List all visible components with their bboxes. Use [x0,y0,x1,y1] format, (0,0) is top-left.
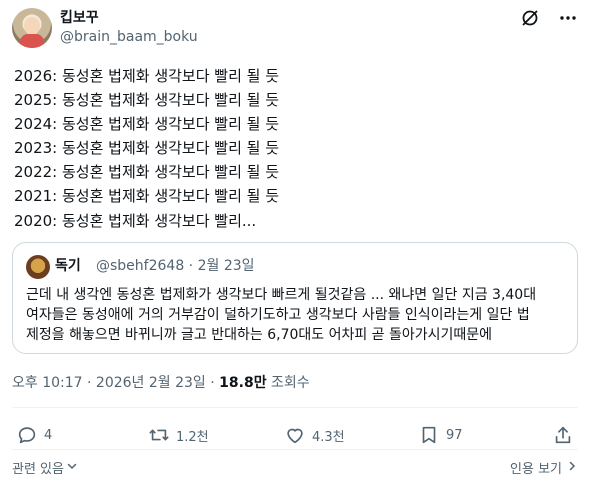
quoted-author-name: 독기 [55,258,81,274]
like-icon [284,424,306,446]
author-display-name[interactable]: 킵보꾸 [60,9,99,27]
quoted-author-meta: @sbehf2648 · 2월 23일 [96,258,255,274]
tweet-line: 2021: 동성혼 법제화 생각보다 빨리 될 듯 [14,187,280,206]
author-avatar[interactable] [12,8,52,48]
tweet-timestamp: 오후 10:17 · 2026년 2월 23일 · 18.8만 조회수 [12,374,310,392]
tweet-line: 2026: 동성혼 법제화 생각보다 빨리 될 듯 [14,67,280,85]
chevron-right-icon [566,460,578,476]
tweet-line: 2022: 동성혼 법제화 생각보다 빨리 될 듯 [14,163,280,182]
like-count: 4.3천 [312,429,345,445]
view-count-label: 조회수 [266,375,310,391]
like-button[interactable]: 4.3천 [284,424,345,446]
header-actions [520,8,578,28]
bookmark-icon [418,424,440,446]
bookmark-button[interactable]: 97 [418,424,463,446]
avatar-face [24,17,40,35]
timestamp-time[interactable]: 오후 10:17 · 2026년 2월 23일 · [12,375,219,391]
tweet-text: 2026: 동성혼 법제화 생각보다 빨리 될 듯 2025: 동성혼 법제화 … [14,64,574,233]
action-bar: 4 1.2천 4.3천 97 [12,424,578,446]
grok-icon[interactable] [520,8,540,28]
quoted-tweet[interactable]: 독기 @sbehf2648 · 2월 23일 근데 내 생각엔 동성혼 법제화가… [12,242,578,354]
divider [12,407,578,408]
related-toggle[interactable]: 관련 있음 [12,458,78,477]
reply-icon [16,424,38,446]
quoted-line: 근데 내 생각엔 동성혼 법제화가 생각보다 빠르게 될것같음 ... 왜냐면 … [26,287,537,303]
retweet-count: 1.2천 [176,429,209,445]
more-icon[interactable] [558,8,578,28]
quoted-line: 제정을 해놓으면 바뀌니까 글고 반대하는 6,70대도 어차피 곧 돌아가시기… [26,327,493,343]
view-count: 18.8만 [219,375,267,391]
tweet-line: 2025: 동성혼 법제화 생각보다 빨리 될 듯 [14,91,280,110]
quoted-tweet-text: 근데 내 생각엔 동성혼 법제화가 생각보다 빠르게 될것같음 ... 왜냐면 … [26,285,568,345]
author-handle[interactable]: @brain_baam_boku [60,28,198,46]
tweet-line: 2023: 동성혼 법제화 생각보다 빨리 될 듯 [14,139,280,158]
reply-button[interactable]: 4 [16,424,52,446]
reply-count: 4 [44,427,53,443]
bookmark-count: 97 [446,427,463,443]
chevron-down-icon [66,460,78,476]
retweet-icon [148,424,170,446]
divider [12,449,578,450]
share-button[interactable] [552,424,574,446]
tweet-line: 2024: 동성혼 법제화 생각보다 빨리 될 듯 [14,115,280,134]
share-icon [552,424,574,446]
tweet-header: 킵보꾸 @brain_baam_boku [12,8,578,48]
quoted-author-avatar [26,255,50,279]
tweet-line: 2020: 동성혼 법제화 생각보다 빨리... [14,211,257,230]
view-quotes-link[interactable]: 인용 보기 [510,458,578,477]
related-label: 관련 있음 [12,462,64,477]
quoted-line: 여자들은 동성애에 거의 거부감이 덜하기도하고 생각보다 사람들 인식이라는게… [26,307,530,323]
view-quotes-label: 인용 보기 [510,462,562,477]
avatar-shirt [20,34,44,48]
retweet-button[interactable]: 1.2천 [148,424,209,446]
